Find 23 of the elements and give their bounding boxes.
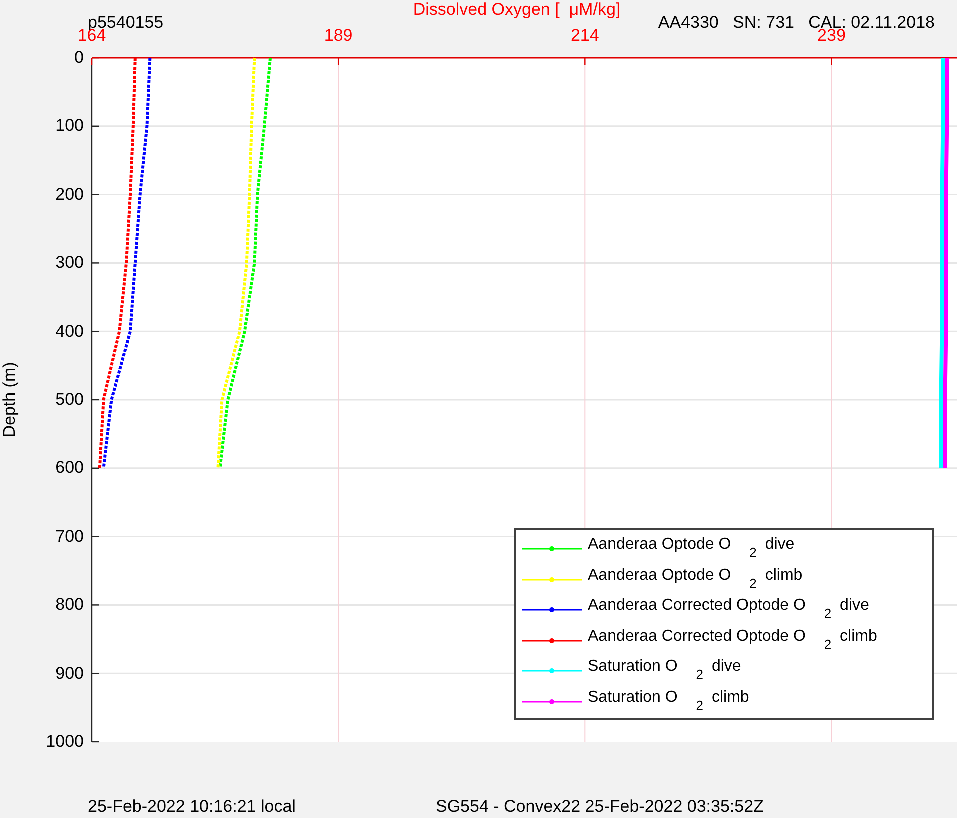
tick-label: 500 xyxy=(56,390,84,410)
mission-label: SG554 - Convex22 25-Feb-2022 03:35:52Z xyxy=(436,797,764,817)
legend-label: Saturation O $_{2}$ climb xyxy=(588,688,750,715)
tick-label: 300 xyxy=(56,253,84,274)
tick-label: 900 xyxy=(56,664,84,684)
tick-label: 100 xyxy=(56,116,84,136)
legend-label: Aanderaa Optode O $_{2}$ climb xyxy=(588,566,803,593)
legend-label: Aanderaa Corrected Optode O $_{2}$ dive xyxy=(588,597,870,624)
legend-label: Aanderaa Corrected Optode O $_{2}$ climb xyxy=(588,628,878,654)
tick-label: 1000 xyxy=(46,732,84,752)
tick-label: 214 xyxy=(570,26,600,46)
tick-label: 800 xyxy=(56,595,84,616)
legend-label: Aanderaa Optode O $_{2}$ dive xyxy=(588,536,795,562)
axis-title: Dissolved Oxygen [ μM/kg] xyxy=(413,0,621,20)
legend-label: Saturation O $_{2}$ dive xyxy=(588,658,742,684)
tick-label: 700 xyxy=(56,526,84,547)
axis-title: Depth (m) xyxy=(0,362,20,438)
timestamp: 25-Feb-2022 10:16:21 local xyxy=(88,797,296,817)
tick-label: 400 xyxy=(56,322,84,342)
tick-label: 189 xyxy=(324,26,353,46)
tick-label: 0 xyxy=(74,48,84,68)
tick-label: 200 xyxy=(56,184,84,205)
tick-label: 600 xyxy=(56,458,84,478)
